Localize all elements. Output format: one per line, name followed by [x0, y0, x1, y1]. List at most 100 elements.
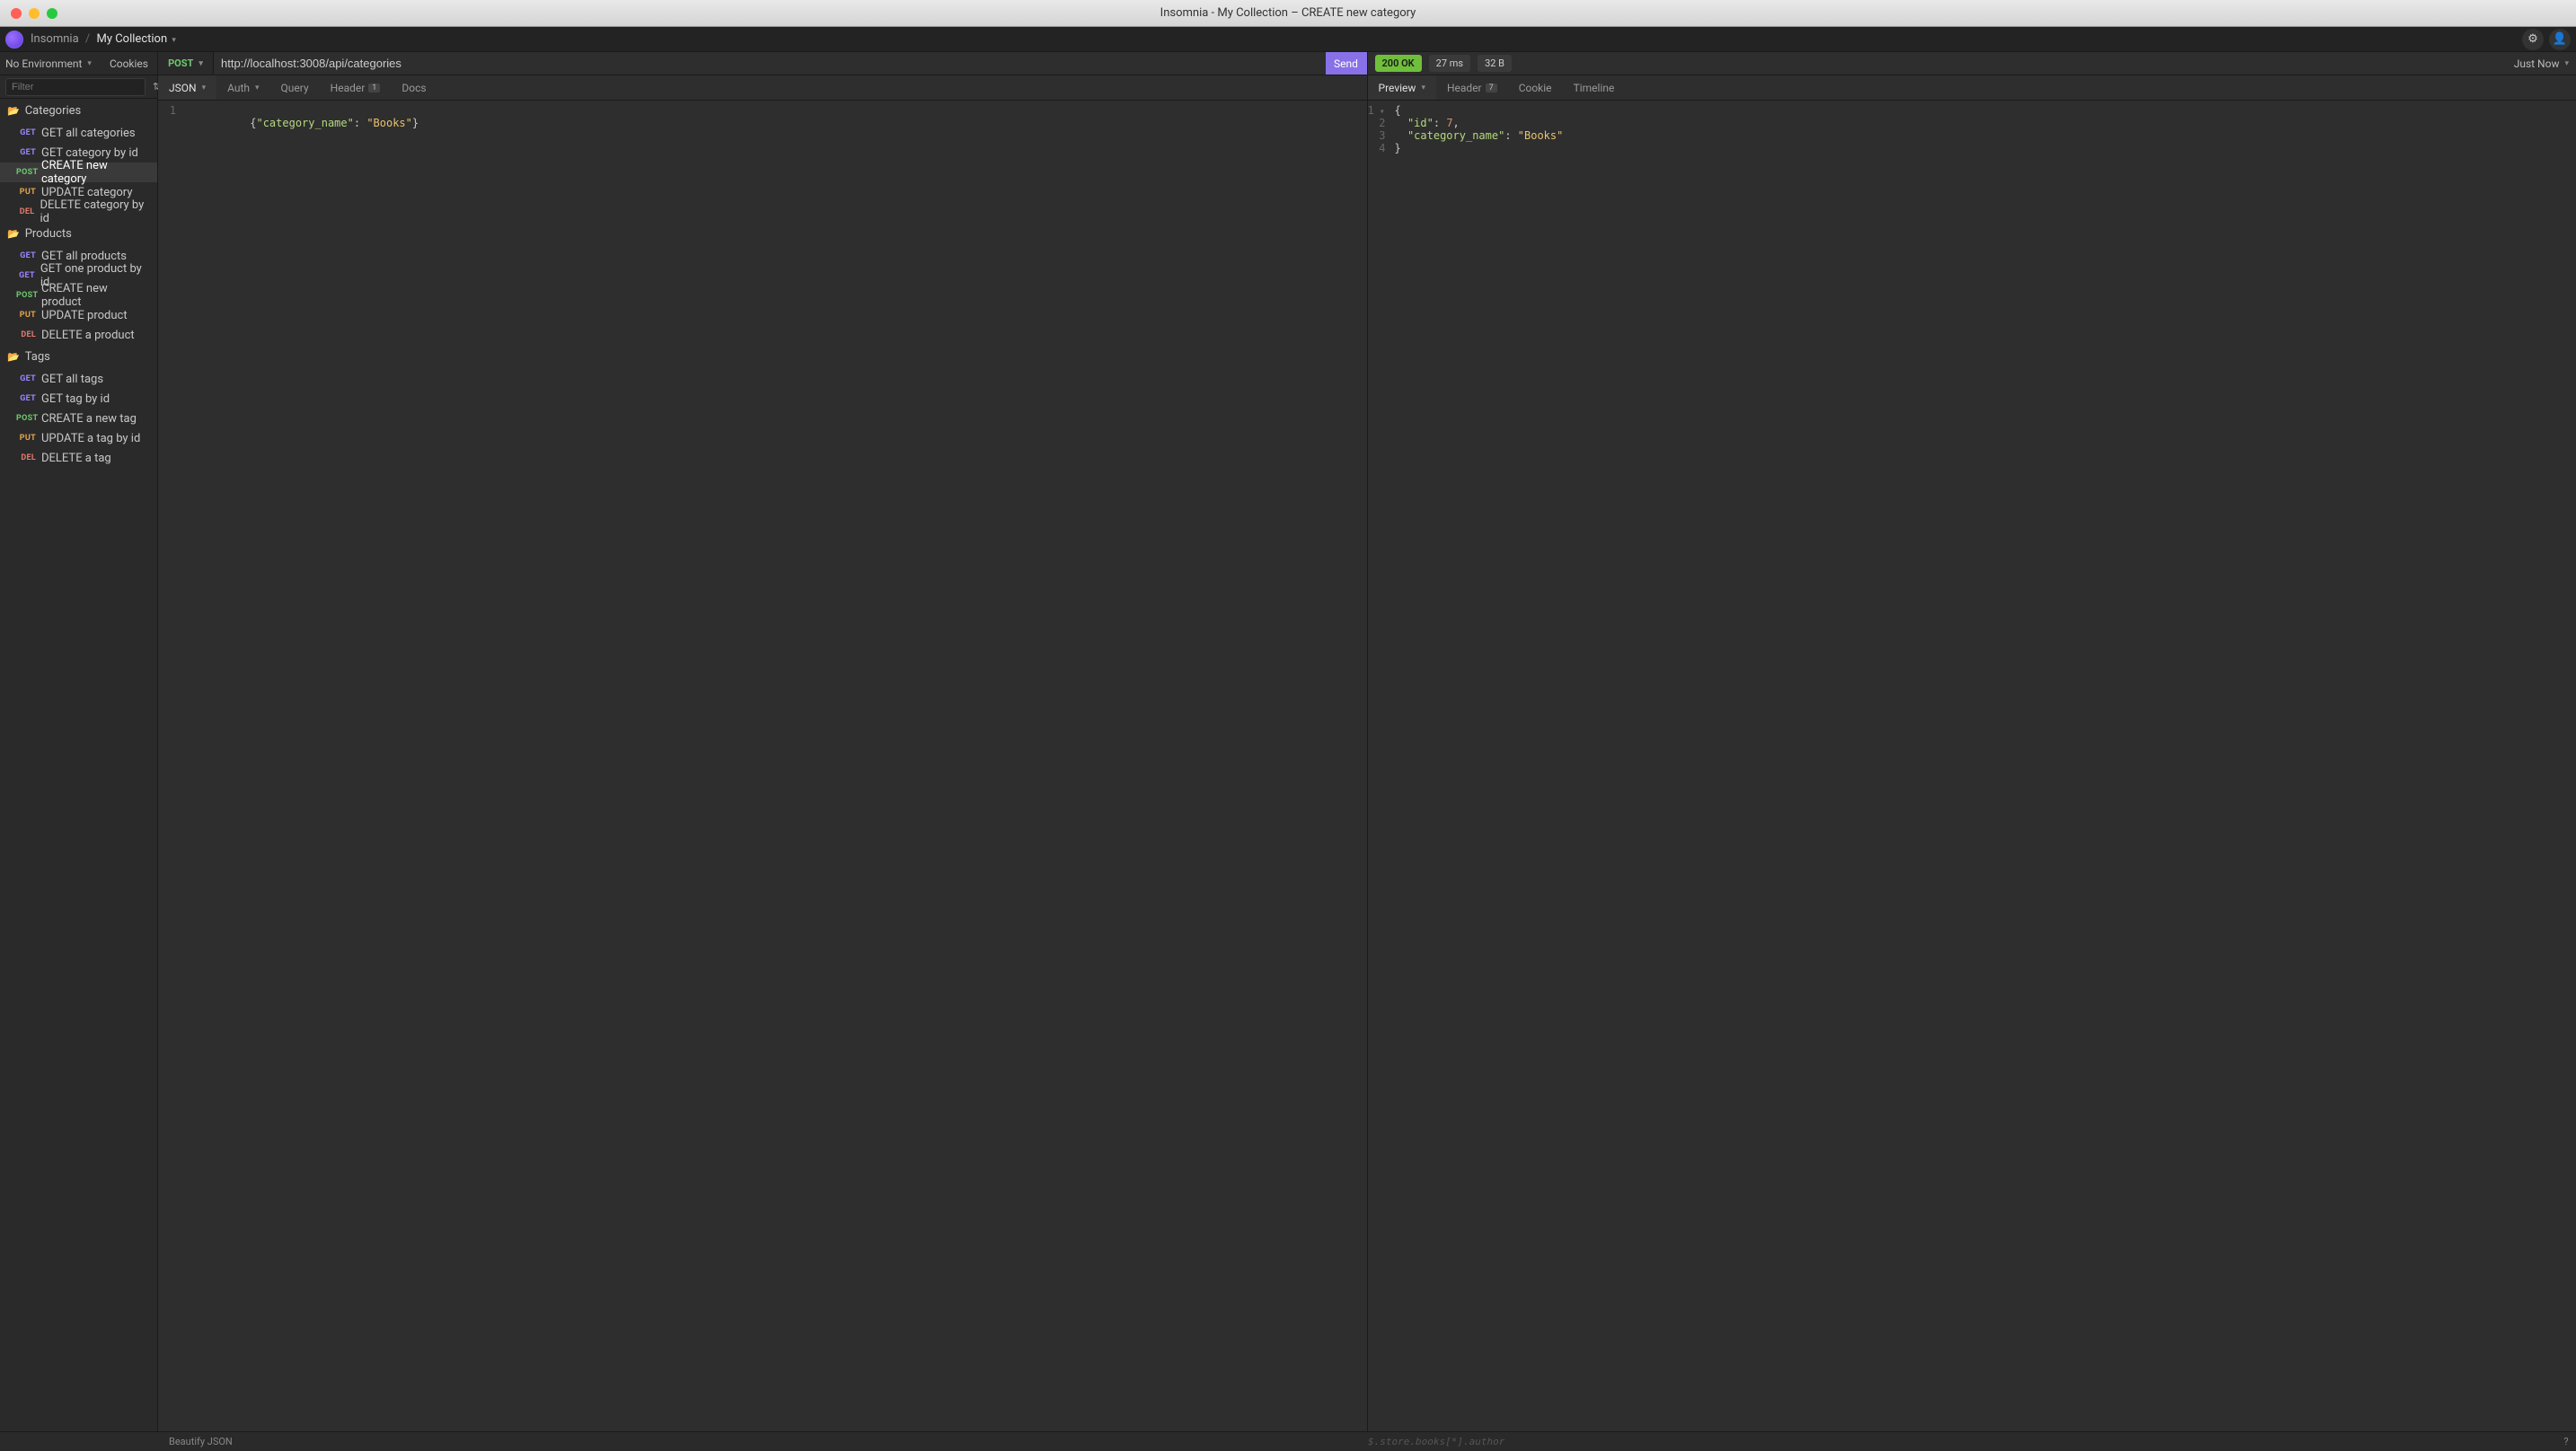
- response-body-viewer[interactable]: 1 ▾ { 2 "id": 7, 3 "category_name": "Boo…: [1368, 101, 2576, 1431]
- sidebar-request-item[interactable]: DELDELETE category by id: [0, 202, 157, 222]
- filter-input[interactable]: [5, 78, 146, 96]
- sidebar-request-item[interactable]: POSTCREATE a new tag: [0, 409, 157, 428]
- chevron-down-icon[interactable]: ▾: [172, 36, 176, 45]
- help-button[interactable]: ?: [2556, 1436, 2576, 1447]
- app-logo-icon[interactable]: [5, 31, 23, 48]
- history-dropdown[interactable]: Just Now ▾: [2514, 57, 2569, 70]
- tab-query[interactable]: Query: [270, 75, 320, 100]
- maximize-window-icon[interactable]: [47, 8, 57, 19]
- tab-body[interactable]: JSON ▾: [158, 75, 216, 100]
- method-tag: DEL: [16, 330, 36, 339]
- sidebar-folder[interactable]: 📂 Categories: [0, 99, 157, 123]
- line-number: 4: [1368, 142, 1395, 154]
- sidebar-request-item[interactable]: DEL DELETE a product: [0, 325, 157, 345]
- method-tag: GET: [16, 128, 36, 137]
- size-badge: 32 B: [1478, 55, 1512, 72]
- sidebar-request-item[interactable]: GETGET all tags: [0, 369, 157, 389]
- line-number: 1 ▾: [1368, 104, 1395, 117]
- tab-header[interactable]: Header 1: [320, 75, 392, 100]
- tab-auth-label: Auth: [227, 82, 250, 94]
- method-tag: GET: [16, 271, 35, 280]
- environment-label: No Environment: [5, 57, 82, 70]
- footer: Beautify JSON $.store.books[*].author ?: [0, 1431, 2576, 1451]
- request-label: DELETE a product: [41, 329, 135, 342]
- method-select[interactable]: POST ▾: [158, 52, 214, 75]
- minimize-window-icon[interactable]: [29, 8, 40, 19]
- tab-timeline[interactable]: Timeline: [1563, 75, 1626, 100]
- json-key: "category_name": [1407, 129, 1504, 142]
- folder-label: Products: [25, 227, 72, 241]
- method-tag: PUT: [16, 434, 36, 443]
- folder-open-icon: 📂: [7, 105, 20, 117]
- sidebar-request-item[interactable]: GETGET tag by id: [0, 389, 157, 409]
- response-header-count-badge: 7: [1486, 84, 1497, 92]
- tab-auth[interactable]: Auth ▾: [216, 75, 269, 100]
- close-window-icon[interactable]: [11, 8, 22, 19]
- method-label: POST: [168, 57, 193, 69]
- sidebar-folder[interactable]: 📂Tags: [0, 345, 157, 369]
- sidebar-request-item[interactable]: GET GET all categories: [0, 123, 157, 143]
- tab-preview[interactable]: Preview ▾: [1368, 75, 1436, 100]
- account-button[interactable]: 👤: [2549, 29, 2571, 50]
- request-label: UPDATE a tag by id: [41, 432, 140, 445]
- folder-label: Categories: [25, 104, 82, 118]
- window-title: Insomnia - My Collection – CREATE new ca…: [0, 6, 2576, 20]
- method-tag: PUT: [16, 188, 36, 197]
- folder-open-icon: 📂: [7, 228, 20, 240]
- json-string: "Books": [366, 117, 412, 129]
- editor-line: 3 "category_name": "Books": [1368, 129, 2576, 142]
- request-label: GET tag by id: [41, 392, 110, 406]
- request-label: GET category by id: [41, 146, 138, 160]
- json-number: 7: [1446, 117, 1452, 129]
- sidebar-request-item[interactable]: POSTCREATE new category: [0, 163, 157, 182]
- editor-line: 4 }: [1368, 142, 2576, 154]
- cookies-button[interactable]: Cookies: [101, 57, 157, 70]
- main-content: No Environment ▾ Cookies ⇅ ✢▾ 📂 Categorie…: [0, 52, 2576, 1431]
- editor-line: 2 "id": 7,: [1368, 117, 2576, 129]
- sidebar-folder[interactable]: 📂 Products: [0, 222, 157, 246]
- gear-icon: ⚙: [2527, 32, 2538, 46]
- settings-button[interactable]: ⚙: [2522, 29, 2544, 50]
- request-label: DELETE category by id: [40, 198, 148, 225]
- breadcrumb-separator: /: [85, 32, 90, 46]
- tab-cookie[interactable]: Cookie: [1508, 75, 1563, 100]
- chevron-down-icon: ▾: [87, 59, 92, 68]
- folder-label: Tags: [25, 350, 50, 364]
- breadcrumb-app[interactable]: Insomnia: [31, 32, 79, 46]
- json-string: "Books": [1518, 129, 1564, 142]
- sidebar-request-item[interactable]: POSTCREATE new product: [0, 286, 157, 305]
- tab-response-header[interactable]: Header 7: [1436, 75, 1508, 100]
- method-tag: POST: [16, 168, 36, 177]
- method-tag: DEL: [16, 453, 36, 462]
- sidebar-header: No Environment ▾ Cookies: [0, 52, 157, 75]
- user-icon: 👤: [2553, 32, 2567, 46]
- send-button[interactable]: Send: [1326, 52, 1367, 75]
- sidebar-request-item[interactable]: DELDELETE a tag: [0, 448, 157, 468]
- environment-select[interactable]: No Environment ▾: [0, 57, 97, 70]
- json-brace: }: [412, 117, 419, 129]
- request-label: CREATE a new tag: [41, 412, 137, 426]
- json-brace: }: [1395, 142, 1401, 154]
- beautify-json-button[interactable]: Beautify JSON: [0, 1436, 1357, 1447]
- breadcrumb-collection[interactable]: My Collection: [97, 32, 168, 46]
- request-body-editor[interactable]: 1 {"category_name": "Books"}: [158, 101, 1367, 1431]
- app-header: Insomnia / My Collection ▾ ⚙ 👤: [0, 27, 2576, 52]
- json-key: "category_name": [256, 117, 353, 129]
- request-label: GET all products: [41, 250, 127, 263]
- jsonpath-hint[interactable]: $.store.books[*].author: [1357, 1436, 2556, 1447]
- sidebar-request-item[interactable]: PUT UPDATE a tag by id: [0, 428, 157, 448]
- method-tag: PUT: [16, 311, 36, 320]
- chevron-down-icon: ▾: [255, 84, 260, 92]
- tab-docs[interactable]: Docs: [391, 75, 437, 100]
- tab-response-header-label: Header: [1447, 82, 1482, 94]
- sidebar-toolbar: ⇅ ✢▾: [0, 75, 157, 99]
- request-label: GET all categories: [41, 127, 136, 140]
- response-pane: 200 OK 27 ms 32 B Just Now ▾ Preview ▾ H…: [1368, 52, 2576, 1431]
- method-tag: GET: [16, 251, 36, 260]
- tab-body-label: JSON: [169, 82, 197, 94]
- url-input[interactable]: [214, 52, 1326, 75]
- sidebar: No Environment ▾ Cookies ⇅ ✢▾ 📂 Categorie…: [0, 52, 158, 1431]
- history-label: Just Now: [2514, 57, 2560, 70]
- help-icon: ?: [2563, 1436, 2568, 1447]
- method-tag: GET: [16, 374, 36, 383]
